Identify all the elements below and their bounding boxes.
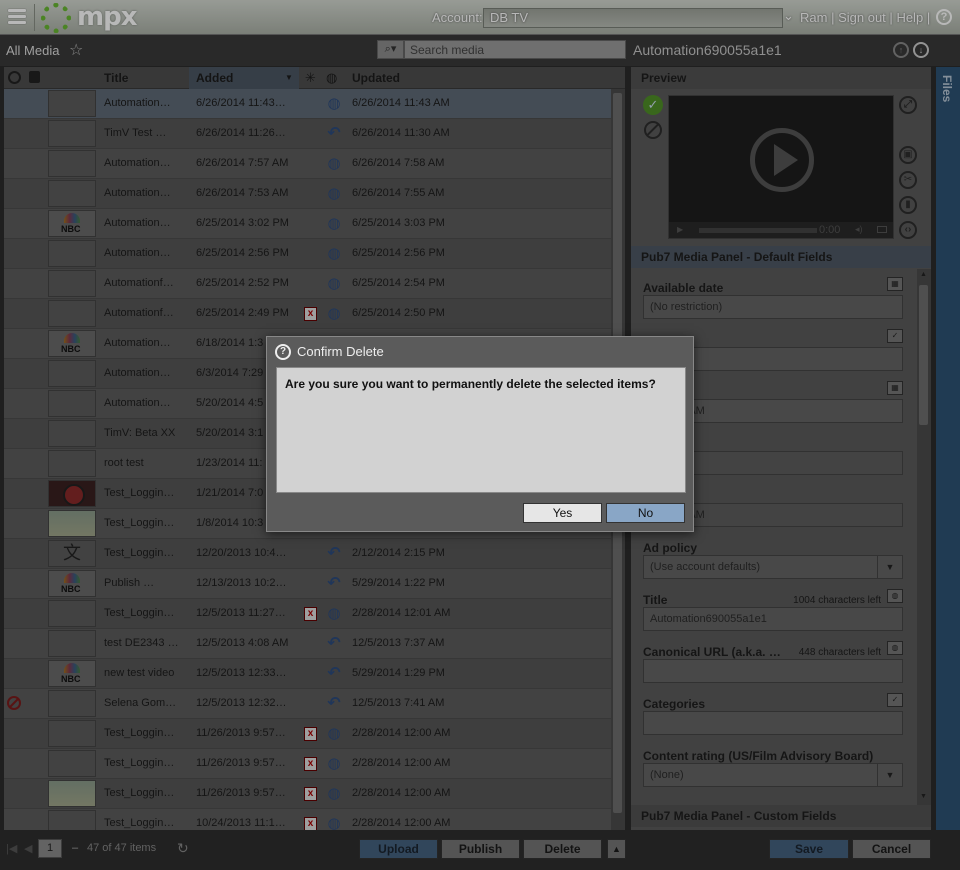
- yes-button[interactable]: Yes: [523, 503, 602, 523]
- dialog-message: Are you sure you want to permanently del…: [285, 377, 656, 391]
- dialog-title: Confirm Delete: [297, 344, 384, 359]
- question-icon: ?: [275, 344, 291, 360]
- dialog-body: Are you sure you want to permanently del…: [276, 367, 686, 493]
- no-button[interactable]: No: [606, 503, 685, 523]
- confirm-delete-dialog: ? Confirm Delete Are you sure you want t…: [266, 336, 694, 532]
